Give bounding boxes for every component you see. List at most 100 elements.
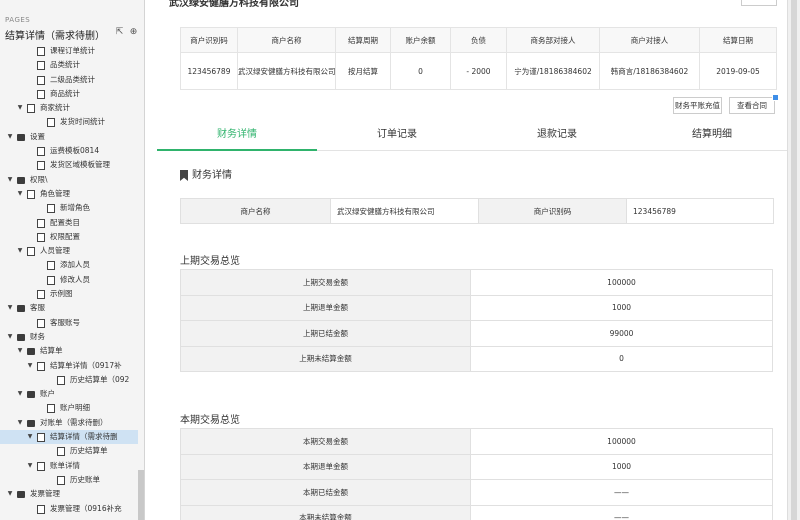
top-right-button[interactable] <box>741 0 777 6</box>
tree-page[interactable]: 发货时间统计 <box>0 115 138 129</box>
tree-folder[interactable]: ▼ 客服 <box>0 301 138 315</box>
tree-item-label: 课程订单统计 <box>50 46 95 55</box>
table-row: 123456789 武汉绿安健膳方科技有限公司 按月结算 0 - 2000 宁为… <box>180 52 777 90</box>
tree-page[interactable]: 账户明细 <box>0 401 138 415</box>
add-page-icon[interactable]: ⊕ <box>128 27 139 38</box>
expand-arrow-icon[interactable]: ▼ <box>26 459 34 473</box>
tab-finance-details[interactable]: 财务详情 <box>157 121 317 151</box>
tree-item-label: 运费模板0814 <box>50 146 100 156</box>
expand-arrow-icon[interactable]: ▼ <box>6 330 14 344</box>
page-icon <box>37 218 45 228</box>
tree-item-label: 结算单 <box>40 346 63 356</box>
tab-order-records[interactable]: 订单记录 <box>317 121 477 151</box>
tree-page[interactable]: 发货区域模板管理 <box>0 158 138 172</box>
view-contract-button[interactable]: 查看合同 <box>729 97 775 114</box>
tree-page[interactable]: ▼ 结算详情（需求待删 <box>0 430 138 445</box>
tree-folder[interactable]: ▼ 权限\ <box>0 173 138 187</box>
tab-refund-records[interactable]: 退款记录 <box>477 121 637 151</box>
tree-page[interactable]: 二级品类统计 <box>0 73 138 87</box>
page-icon <box>47 275 55 285</box>
tree-item-label: 对账单（需求待删） <box>40 417 108 427</box>
expand-arrow-icon[interactable]: ▼ <box>26 359 34 373</box>
export-icon[interactable]: ⇱ <box>114 27 125 38</box>
tree-page[interactable]: 示例图 <box>0 287 138 301</box>
folder-icon <box>17 491 25 499</box>
tree-page[interactable]: 新增角色 <box>0 201 138 215</box>
col-header: 结算周期 <box>335 27 391 53</box>
expand-arrow-icon[interactable]: ▼ <box>26 430 34 444</box>
tree-page[interactable]: 商品统计 <box>0 87 138 101</box>
row-value: 0 <box>470 345 773 372</box>
tree-page[interactable]: ▼ 商家统计 <box>0 101 138 115</box>
tree-item-label: 品类统计 <box>50 60 80 70</box>
page-icon <box>37 361 45 371</box>
expand-arrow-icon[interactable]: ▼ <box>6 487 14 501</box>
row-value: —— <box>470 504 773 520</box>
tree-item-label: 修改人员 <box>60 274 90 284</box>
tab-settlement-details[interactable]: 结算明细 <box>637 121 787 151</box>
tree-page[interactable]: 历史账单 <box>0 473 138 487</box>
tree-page[interactable]: 品类统计 <box>0 58 138 72</box>
row-label: 上期退单金额 <box>180 294 471 321</box>
tree-item-label: 结算单详情（0917补 <box>50 360 122 370</box>
balance-recharge-button[interactable]: 财务平账充值 <box>673 97 722 114</box>
tree-item-label: 财务 <box>30 331 45 341</box>
expand-arrow-icon[interactable]: ▼ <box>6 173 14 187</box>
table-cell: 123456789 <box>180 52 238 90</box>
tree-folder[interactable]: ▼ 发票管理 <box>0 487 138 501</box>
tree-item-label: 结算详情（需求待删 <box>50 432 118 442</box>
tree-item-label: 账单详情 <box>50 460 80 470</box>
tree-folder[interactable]: ▼ 结算单 <box>0 344 138 358</box>
tree-item-label: 商家统计 <box>40 103 70 113</box>
row-value: 100000 <box>470 428 773 455</box>
page-icon <box>27 247 35 257</box>
sidebar-scrollbar[interactable] <box>138 470 144 520</box>
tree-page[interactable]: 发票管理（0916补充 <box>0 502 138 516</box>
page-icon <box>37 433 45 443</box>
tree-page[interactable]: 权限配置 <box>0 230 138 244</box>
bookmark-icon <box>180 170 188 181</box>
row-label: 本期交易金额 <box>180 428 471 455</box>
expand-arrow-icon[interactable]: ▼ <box>16 187 24 201</box>
tree-page[interactable]: 客服账号 <box>0 316 138 330</box>
table-row: 本期已结金额 —— <box>180 479 773 506</box>
selection-marker <box>772 94 779 101</box>
tree-page[interactable]: 历史结算单 <box>0 444 138 458</box>
tree-folder[interactable]: ▼ 财务 <box>0 330 138 344</box>
tree-page[interactable]: 配置类目 <box>0 216 138 230</box>
table-cell: 韩商言/18186384602 <box>599 52 700 90</box>
tree-item-label: 客服 <box>30 303 45 313</box>
expand-arrow-icon[interactable]: ▼ <box>16 101 24 115</box>
row-value: 100000 <box>470 269 773 296</box>
expand-arrow-icon[interactable]: ▼ <box>16 344 24 358</box>
folder-icon <box>17 133 25 141</box>
tree-item-label: 角色管理 <box>40 188 70 198</box>
expand-arrow-icon[interactable]: ▼ <box>6 130 14 144</box>
tree-folder[interactable]: ▼ 账户 <box>0 387 138 401</box>
tree-page[interactable]: 运费模板0814 <box>0 144 138 158</box>
tree-page[interactable]: 添加人员 <box>0 258 138 272</box>
tree-folder[interactable]: ▼ 设置 <box>0 130 138 144</box>
row-label: 上期已结金额 <box>180 320 471 347</box>
expand-arrow-icon[interactable]: ▼ <box>16 387 24 401</box>
page-icon <box>37 461 45 471</box>
tree-page[interactable]: 历史结算单（092 <box>0 373 138 387</box>
tree-folder[interactable]: ▼ 对账单（需求待删） <box>0 416 138 430</box>
tree-page[interactable]: ▼ 结算单详情（0917补 <box>0 359 138 373</box>
expand-arrow-icon[interactable]: ▼ <box>6 301 14 315</box>
tree-page[interactable]: 修改人员 <box>0 273 138 287</box>
tree-page[interactable]: ▼ 人员管理 <box>0 244 138 258</box>
tree-page[interactable]: ▼ 账单详情 <box>0 459 138 473</box>
main-scrollbar[interactable] <box>791 0 797 520</box>
tree-item-label: 权限\ <box>30 174 48 184</box>
col-header: 账户余额 <box>390 27 451 53</box>
expand-arrow-icon[interactable]: ▼ <box>16 416 24 430</box>
tree-page[interactable]: ▼ 角色管理 <box>0 187 138 201</box>
page-icon <box>37 147 45 157</box>
current-period-title: 本期交易总览 <box>180 415 240 426</box>
tree-page[interactable]: 课程订单统计 <box>0 44 138 58</box>
tree-item-label: 发票管理 <box>30 489 60 499</box>
table-row: 本期交易金额 100000 <box>180 428 773 455</box>
table-row: 商户名称 武汉绿安健膳方科技有限公司 商户识别码 123456789 <box>180 198 774 224</box>
expand-arrow-icon[interactable]: ▼ <box>16 244 24 258</box>
